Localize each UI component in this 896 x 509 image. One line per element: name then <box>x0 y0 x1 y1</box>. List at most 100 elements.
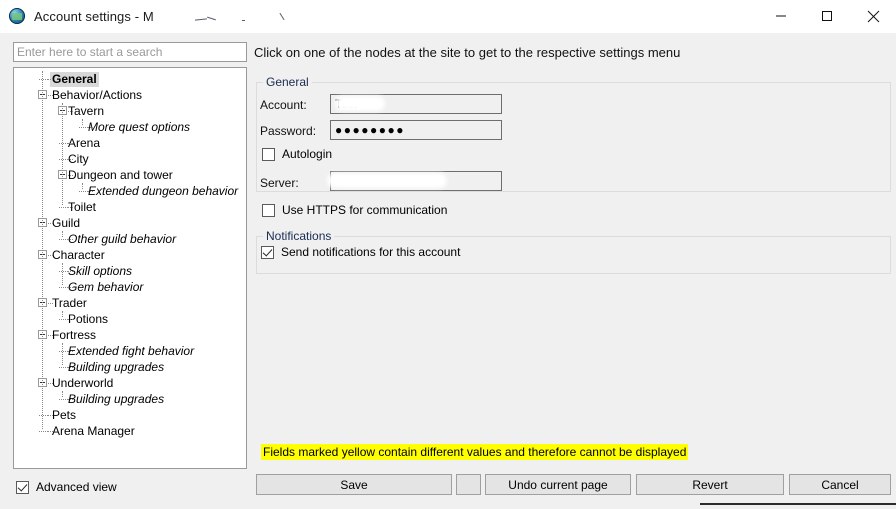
tree-item-arena[interactable]: Arena <box>14 135 246 151</box>
notifications-groupbox-title: Notifications <box>263 229 335 243</box>
tree-connector <box>88 191 93 193</box>
tree-guide-line <box>62 263 64 285</box>
tree-item-other-guild-behavior[interactable]: Other guild behavior <box>14 231 246 247</box>
window-controls <box>758 0 896 32</box>
revert-button[interactable]: Revert <box>636 474 784 495</box>
tree-item-label: Pets <box>52 407 77 422</box>
tree-item-label: Other guild behavior <box>68 231 177 246</box>
general-groupbox-title: General <box>263 75 312 89</box>
tree-connector <box>48 255 53 257</box>
tree-connector <box>79 127 88 129</box>
tree-item-trader[interactable]: Trader <box>14 295 246 311</box>
tree-item-building-upgrades[interactable]: Building upgrades <box>14 359 246 375</box>
tree-item-skill-options[interactable]: Skill options <box>14 263 246 279</box>
tree-item-building-upgrades[interactable]: Building upgrades <box>14 391 246 407</box>
tree-guide-line <box>82 119 84 125</box>
tree-connector <box>68 287 73 289</box>
tree-connector <box>48 303 53 305</box>
checkbox-box <box>262 147 275 161</box>
tree-item-toilet[interactable]: Toilet <box>14 199 246 215</box>
use-https-label: Use HTTPS for communication <box>282 203 448 217</box>
undo-current-page-button[interactable]: Undo current page <box>485 474 631 495</box>
yellow-fields-warning: Fields marked yellow contain different v… <box>261 444 689 460</box>
tree-connector <box>48 223 53 225</box>
tree-connector <box>48 431 53 433</box>
checkbox-box <box>262 203 275 217</box>
title-bar: Account settings - M <box>0 0 896 33</box>
globe-icon <box>9 8 25 24</box>
tree-connector <box>68 111 73 113</box>
tree-item-label: More quest options <box>88 119 191 134</box>
close-icon[interactable] <box>850 0 896 32</box>
tree-item-fortress[interactable]: Fortress <box>14 327 246 343</box>
tree-connector <box>68 143 73 145</box>
settings-tree[interactable]: General Behavior/Actions Tavern More quest … <box>13 67 247 469</box>
unlabeled-button[interactable] <box>456 474 481 495</box>
tree-connector <box>59 287 68 289</box>
server-input[interactable] <box>330 171 502 191</box>
tree-item-label: Arena Manager <box>52 423 135 438</box>
tree-item-underworld[interactable]: Underworld <box>14 375 246 391</box>
account-settings-window: Account settings - M Click on one of the… <box>0 0 896 509</box>
account-label: Account: <box>260 98 307 112</box>
tree-item-label: Underworld <box>52 375 114 390</box>
title-paint-artifacts <box>194 12 325 22</box>
send-notifications-label: Send notifications for this account <box>281 245 461 259</box>
tree-item-behavior-actions[interactable]: Behavior/Actions <box>14 87 246 103</box>
tree-item-label: Dungeon and tower <box>68 167 173 182</box>
tree-connector <box>59 239 68 241</box>
tree-item-arena-manager[interactable]: Arena Manager <box>14 423 246 439</box>
search-input[interactable] <box>13 42 247 62</box>
tree-item-label: Extended dungeon behavior <box>88 183 239 198</box>
tree-connector <box>68 351 73 353</box>
tree-connector <box>59 399 68 401</box>
tree-guide-line <box>82 183 84 189</box>
tree-connector <box>48 335 53 337</box>
tree-connector <box>48 383 53 385</box>
account-input[interactable] <box>330 94 502 114</box>
save-button[interactable]: Save <box>256 474 452 495</box>
tree-connector <box>68 207 73 209</box>
advanced-view-label: Advanced view <box>36 480 117 494</box>
autologin-checkbox[interactable]: Autologin <box>262 147 332 161</box>
window-title: Account settings - M <box>34 8 154 24</box>
tree-item-gem-behavior[interactable]: Gem behavior <box>14 279 246 295</box>
tree-connector <box>59 207 68 209</box>
tree-connector <box>48 415 53 417</box>
tree-item-pets[interactable]: Pets <box>14 407 246 423</box>
tree-item-character[interactable]: Character <box>14 247 246 263</box>
tree-item-potions[interactable]: Potions <box>14 311 246 327</box>
bottom-accent-rule <box>700 503 896 505</box>
send-notifications-checkbox[interactable]: Send notifications for this account <box>261 245 460 259</box>
tree-item-tavern[interactable]: Tavern <box>14 103 246 119</box>
cancel-button[interactable]: Cancel <box>789 474 891 495</box>
checkbox-box <box>261 245 274 259</box>
tree-connector <box>68 319 73 321</box>
tree-connector <box>48 79 53 81</box>
tree-item-label: Gem behavior <box>68 279 144 294</box>
minimize-icon[interactable] <box>758 0 804 32</box>
tree-connector <box>88 127 93 129</box>
tree-item-general[interactable]: General <box>14 71 246 87</box>
tree-guide-line <box>62 231 64 237</box>
tree-item-extended-dungeon-behavior[interactable]: Extended dungeon behavior <box>14 183 246 199</box>
advanced-view-checkbox[interactable]: Advanced view <box>16 480 117 494</box>
tree-item-label: Extended fight behavior <box>68 343 195 358</box>
tree-guide-line <box>62 103 64 205</box>
tree-item-dungeon-and-tower[interactable]: Dungeon and tower <box>14 167 246 183</box>
tree-item-more-quest-options[interactable]: More quest options <box>14 119 246 135</box>
tree-item-city[interactable]: City <box>14 151 246 167</box>
tree-item-label: Trader <box>52 295 87 310</box>
password-input[interactable] <box>330 120 502 140</box>
tree-connector <box>68 239 73 241</box>
maximize-icon[interactable] <box>804 0 850 32</box>
password-label: Password: <box>260 124 317 138</box>
tree-item-extended-fight-behavior[interactable]: Extended fight behavior <box>14 343 246 359</box>
use-https-checkbox[interactable]: Use HTTPS for communication <box>262 203 447 217</box>
tree-connector <box>68 399 73 401</box>
tree-connector <box>68 367 73 369</box>
tree-connector <box>79 191 88 193</box>
tree-guide-line <box>62 391 64 397</box>
tree-item-guild[interactable]: Guild <box>14 215 246 231</box>
tree-guide-line <box>62 343 64 365</box>
